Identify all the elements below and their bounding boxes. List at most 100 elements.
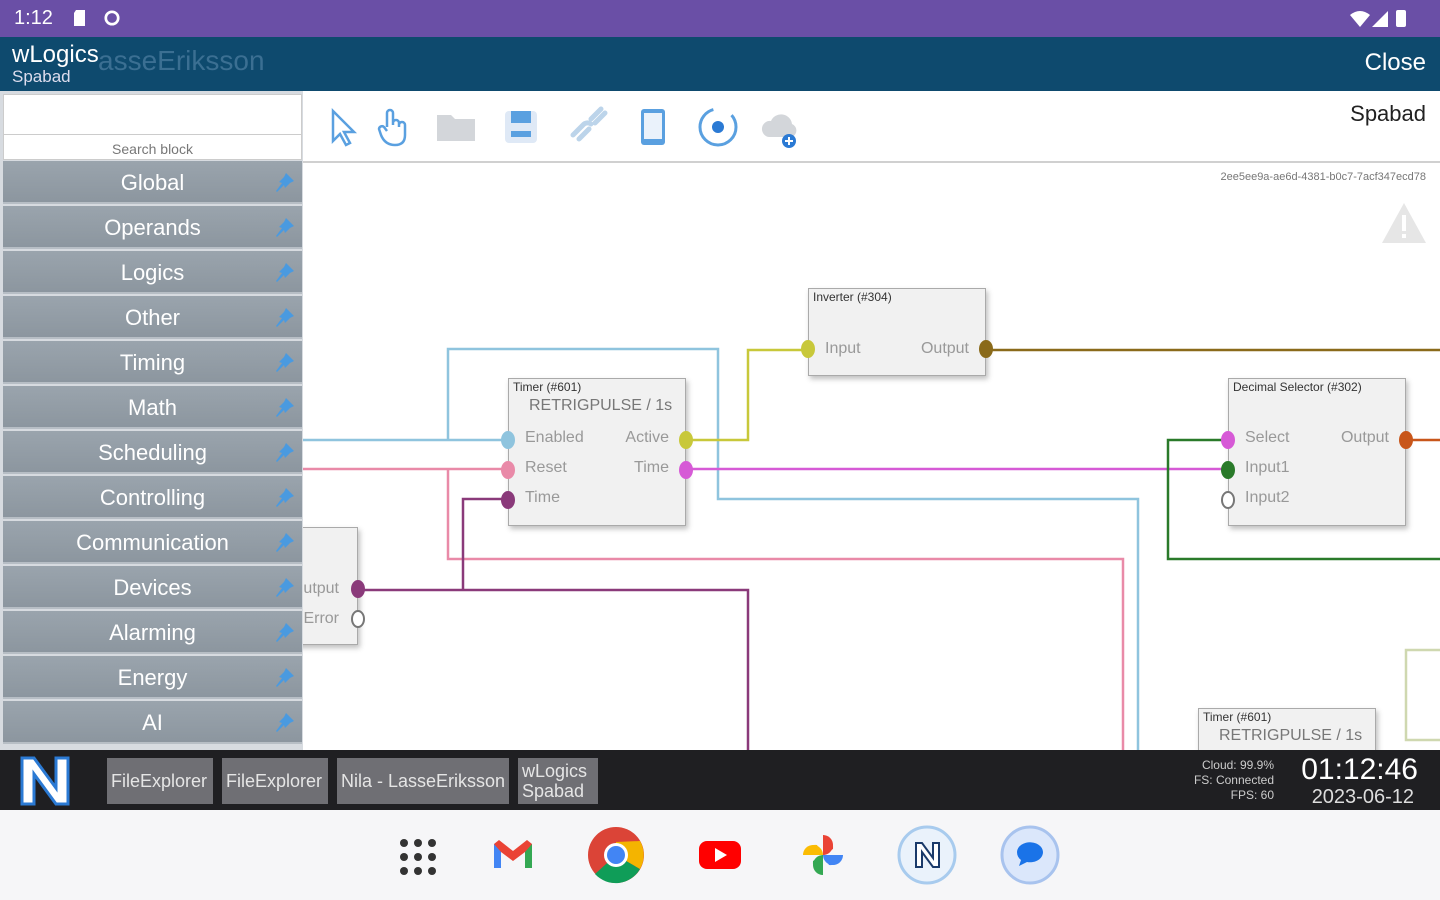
block-decimal-selector[interactable]: Decimal Selector (#302) Select Input1 In…: [1221, 378, 1413, 526]
category-label: Global: [120, 170, 185, 195]
port-time-in[interactable]: [501, 491, 515, 509]
category-label: AI: [142, 710, 163, 735]
wire-purple-output: [355, 588, 750, 750]
block-title: Timer (#601): [1203, 710, 1272, 724]
task-wlogics[interactable]: wLogics Spabad: [518, 758, 598, 804]
pin-icon[interactable]: [272, 259, 298, 285]
pin-icon[interactable]: [272, 529, 298, 555]
sync-status-icon: [104, 10, 120, 26]
block-timer[interactable]: Timer (#601) RETRIGPULSE / 1s Enabled Re…: [501, 378, 693, 526]
select-cursor-icon[interactable]: [321, 105, 365, 149]
settings-sync-icon[interactable]: [696, 105, 740, 149]
chrome-icon[interactable]: [585, 824, 647, 886]
wifi-signal-battery-icon: [1350, 10, 1406, 27]
cloud-add-icon[interactable]: [759, 105, 803, 149]
taskbar-clock: 01:12:46: [1301, 753, 1418, 786]
block-timer-bottom[interactable]: Timer (#601) RETRIGPULSE / 1s: [1198, 708, 1376, 750]
sd-card-icon: [74, 10, 85, 26]
category-timing[interactable]: Timing: [3, 341, 302, 384]
cloud-status: Cloud: 99.9%: [1201, 758, 1274, 772]
messages-icon[interactable]: [999, 824, 1061, 886]
port-label-input2: Input2: [1245, 489, 1290, 506]
pin-icon[interactable]: [272, 214, 298, 240]
block-title: Timer (#601): [513, 380, 582, 394]
task-fileexplorer-2[interactable]: FileExplorer: [222, 758, 328, 804]
category-label: Communication: [76, 530, 229, 555]
android-dock: [0, 810, 1440, 900]
category-label: Controlling: [99, 485, 206, 510]
task-fileexplorer-1[interactable]: FileExplorer: [107, 758, 213, 804]
photos-icon[interactable]: [792, 824, 854, 886]
pin-icon[interactable]: [272, 394, 298, 420]
task-wlogics-sub: Spabad: [522, 781, 585, 801]
apps-grid-icon[interactable]: [387, 824, 449, 886]
block-inverter[interactable]: Inverter (#304) Input Output: [801, 288, 993, 376]
category-math[interactable]: Math: [3, 386, 302, 429]
fps-status: FPS: 60: [1230, 788, 1274, 802]
pin-icon[interactable]: [272, 574, 298, 600]
port-output[interactable]: [979, 340, 993, 358]
youtube-icon[interactable]: [689, 824, 751, 886]
link-icon[interactable]: [565, 105, 609, 149]
category-alarming[interactable]: Alarming: [3, 611, 302, 654]
port-enabled[interactable]: [501, 431, 515, 449]
close-button[interactable]: Close: [1365, 49, 1426, 77]
nila-app-icon[interactable]: [896, 824, 958, 886]
logic-canvas[interactable]: 2ee5ee9a-ae6d-4381-b0c7-7acf347ecd78 Out…: [303, 163, 1440, 750]
port-input1[interactable]: [1221, 461, 1235, 479]
search-block-label: Search block: [112, 141, 193, 157]
port-input[interactable]: [801, 340, 815, 358]
port-time-out[interactable]: [679, 461, 693, 479]
category-label: Logics: [120, 260, 185, 285]
task-nila-lasseeriksson[interactable]: Nila - LasseEriksson: [337, 758, 509, 804]
category-ai[interactable]: AI: [3, 701, 302, 744]
category-label: Scheduling: [98, 440, 207, 465]
block-partial-left[interactable]: Output Error: [303, 527, 365, 645]
search-block-panel: Search block: [3, 94, 302, 160]
port-output[interactable]: [1399, 431, 1413, 449]
pin-icon[interactable]: [272, 349, 298, 375]
pin-icon[interactable]: [272, 304, 298, 330]
pin-icon[interactable]: [272, 439, 298, 465]
port-active[interactable]: [679, 431, 693, 449]
search-block-input[interactable]: [4, 95, 301, 135]
folder-icon[interactable]: [434, 105, 478, 149]
pin-icon[interactable]: [272, 169, 298, 195]
nila-logo-icon[interactable]: [14, 752, 76, 808]
category-label: Energy: [117, 665, 188, 690]
pin-icon[interactable]: [272, 664, 298, 690]
port-reset[interactable]: [501, 461, 515, 479]
phone-preview-icon[interactable]: [631, 105, 675, 149]
port-output[interactable]: [351, 580, 365, 598]
hand-pointer-icon[interactable]: [371, 105, 415, 149]
screen: 1:12 asseEriksson wLogics Spabad Close S…: [0, 0, 1440, 900]
warning-icon[interactable]: [1380, 201, 1428, 245]
category-energy[interactable]: Energy: [3, 656, 302, 699]
taskbar-date: 2023-06-12: [1311, 786, 1414, 808]
category-devices[interactable]: Devices: [3, 566, 302, 609]
port-error[interactable]: [351, 610, 365, 628]
status-bar: 1:12: [0, 0, 1440, 37]
category-logics[interactable]: Logics: [3, 251, 302, 294]
category-communication[interactable]: Communication: [3, 521, 302, 564]
port-input2[interactable]: [1221, 491, 1235, 509]
editor-toolbar: Spabad: [303, 91, 1440, 163]
pin-icon[interactable]: [272, 709, 298, 735]
system-info: Cloud: 99.9% FS: Connected FPS: 60: [1194, 758, 1274, 803]
category-label: Other: [124, 305, 181, 330]
pin-icon[interactable]: [272, 619, 298, 645]
category-operands[interactable]: Operands: [3, 206, 302, 249]
app-subtitle: Spabad: [12, 67, 71, 86]
port-select[interactable]: [1221, 431, 1235, 449]
gmail-icon[interactable]: [482, 824, 544, 886]
category-other[interactable]: Other: [3, 296, 302, 339]
pin-icon[interactable]: [272, 484, 298, 510]
category-controlling[interactable]: Controlling: [3, 476, 302, 519]
save-icon[interactable]: [499, 105, 543, 149]
block-title: Inverter (#304): [813, 290, 892, 304]
block-title: Decimal Selector (#302): [1233, 380, 1362, 394]
category-global[interactable]: Global: [3, 161, 302, 204]
ghost-user-text: asseEriksson: [98, 45, 265, 76]
port-label-select: Select: [1245, 429, 1290, 446]
category-scheduling[interactable]: Scheduling: [3, 431, 302, 474]
